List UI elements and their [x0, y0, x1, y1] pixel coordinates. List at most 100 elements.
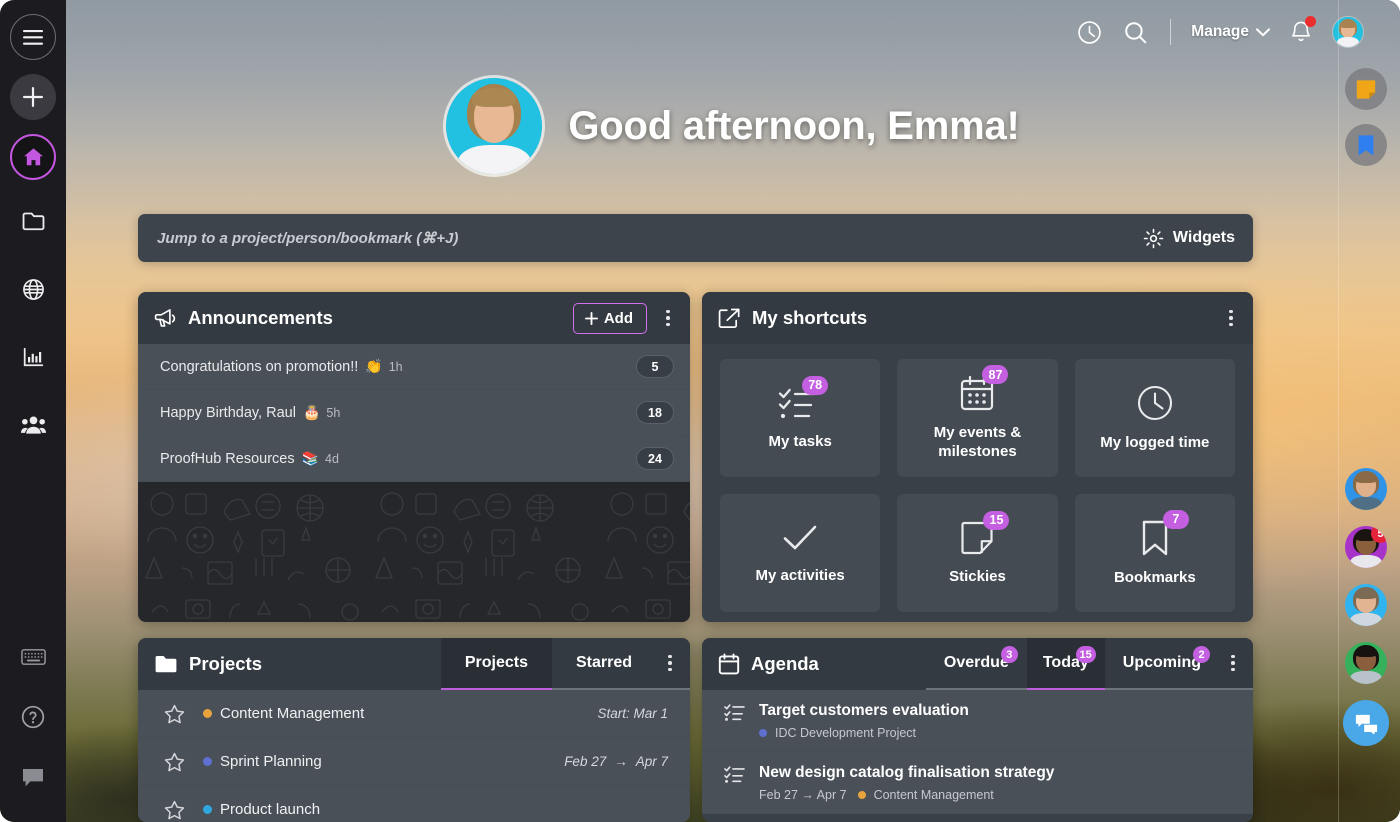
jump-bar[interactable]: Widgets [138, 214, 1253, 262]
header-divider [1170, 19, 1172, 45]
teammate-avatar[interactable]: 5 [1345, 526, 1387, 568]
announcement-count: 5 [636, 355, 674, 378]
projects-more-button[interactable] [656, 638, 690, 690]
badge: 15 [983, 510, 1010, 530]
list-item[interactable]: Target customers evaluation IDC Developm… [702, 690, 1253, 752]
shortcut-stickies[interactable]: 15 Stickies [897, 494, 1058, 612]
chat-bubbles-icon [1355, 714, 1377, 734]
manage-menu[interactable]: Manage [1191, 23, 1270, 41]
star-icon[interactable] [164, 752, 185, 772]
clock-button[interactable] [1074, 17, 1104, 47]
shortcut-bookmarks[interactable]: 7 Bookmarks [1074, 494, 1235, 612]
tab-upcoming[interactable]: Upcoming 2 [1104, 638, 1219, 690]
list-item[interactable]: ProofHub Resources 📚 4d 24 [138, 436, 690, 482]
clock-icon [1078, 20, 1101, 44]
question-circle-icon [21, 705, 45, 729]
sidebar-item-people[interactable] [10, 402, 56, 448]
list-item[interactable]: Congratulations on promotion!! 👏 1h 5 [138, 344, 690, 390]
shortcuts-card: My shortcuts 78 My tasks 87 My events & … [702, 292, 1253, 622]
shortcut-my-tasks[interactable]: 78 My tasks [720, 359, 881, 477]
gear-icon [1143, 228, 1164, 248]
projects-header: Projects Projects Starred [138, 638, 690, 690]
search-input[interactable] [157, 229, 857, 247]
table-row[interactable]: Sprint Planning Feb 27 → Apr 7 [138, 738, 690, 786]
bookmarks-button[interactable] [1345, 124, 1387, 166]
star-icon[interactable] [164, 704, 185, 724]
announcements-card: Announcements Add Congratulations on pro… [138, 292, 690, 622]
announcements-more-button[interactable] [658, 303, 678, 333]
folder-icon [22, 212, 44, 231]
project-color-dot [203, 805, 212, 814]
table-row[interactable]: Content Management Start: Mar 1 [138, 690, 690, 738]
announcement-count: 18 [636, 401, 674, 424]
sidebar-item-help[interactable] [10, 694, 56, 740]
projects-tabs: Projects Starred [440, 638, 690, 690]
search-button[interactable] [1120, 17, 1150, 47]
agenda-more-button[interactable] [1219, 638, 1253, 690]
agenda-item-name: New design catalog finalisation strategy [759, 763, 1055, 781]
widgets-label: Widgets [1172, 229, 1235, 246]
shortcuts-title: My shortcuts [752, 307, 868, 328]
badge: 7 [1162, 509, 1189, 529]
right-sidebar: 5 [1332, 0, 1400, 822]
sidebar-item-keyboard-shortcuts[interactable] [10, 634, 56, 680]
project-date-end: Apr 7 [635, 754, 668, 769]
sidebar-item-feedback[interactable] [10, 754, 56, 800]
doodle-pattern-icon [145, 492, 690, 621]
home-icon [23, 148, 43, 166]
search-icon [1125, 21, 1147, 43]
tab-starred[interactable]: Starred [551, 638, 656, 690]
tab-badge: 15 [1075, 646, 1096, 663]
widgets-button[interactable]: Widgets [1143, 228, 1235, 249]
sidebar-item-menu[interactable] [10, 14, 56, 60]
add-announcement-button[interactable]: Add [572, 302, 647, 334]
tab-overdue[interactable]: Overdue 3 [925, 638, 1027, 690]
bookmark-icon [1358, 134, 1374, 156]
teammate-3-avatar [1345, 584, 1387, 626]
shortcut-label: My activities [755, 566, 845, 584]
shortcuts-more-button[interactable] [1221, 303, 1241, 333]
shortcut-my-activities[interactable]: My activities [720, 494, 881, 612]
projects-card: Projects Projects Starred Content Manage… [138, 638, 690, 822]
star-icon[interactable] [164, 800, 185, 820]
teammate-4-avatar [1345, 642, 1387, 684]
tab-projects[interactable]: Projects [440, 638, 552, 690]
teammate-avatar[interactable] [1345, 468, 1387, 510]
project-date-start: Start: Mar 1 [597, 706, 668, 721]
sidebar-item-home[interactable] [10, 134, 56, 180]
teammate-avatar[interactable] [1345, 642, 1387, 684]
sidebar-item-reports[interactable] [10, 334, 56, 380]
project-color-dot [759, 728, 767, 737]
announcements-title: Announcements [188, 307, 333, 328]
notifications-button[interactable] [1286, 16, 1316, 47]
tab-badge: 2 [1193, 646, 1210, 663]
notification-dot [1305, 16, 1316, 27]
list-item[interactable]: Happy Birthday, Raul 🎂 5h 18 [138, 390, 690, 436]
add-label: Add [603, 309, 633, 327]
task-list-icon [724, 703, 745, 727]
agenda-item-project: Content Management [873, 787, 994, 802]
greeting-section: Good afternoon, Emma! [66, 78, 1400, 174]
people-icon [20, 416, 46, 434]
sidebar-item-projects[interactable] [10, 198, 56, 244]
teammate-avatar[interactable] [1345, 584, 1387, 626]
table-row[interactable]: Product launch [138, 786, 690, 822]
project-name: Sprint Planning [220, 753, 322, 770]
sidebar-item-add[interactable] [10, 74, 56, 120]
stickies-button[interactable] [1345, 68, 1387, 110]
shortcuts-grid: 78 My tasks 87 My events & milestones My… [702, 344, 1253, 622]
shortcut-label: My logged time [1100, 433, 1210, 451]
list-item[interactable]: New design catalog finalisation strategy… [702, 751, 1253, 814]
shortcut-my-logged-time[interactable]: My logged time [1074, 359, 1235, 477]
shortcut-label: My tasks [768, 432, 832, 450]
project-color-dot [857, 790, 866, 799]
shortcut-my-events-milestones[interactable]: 87 My events & milestones [897, 359, 1058, 477]
tab-today[interactable]: Today 15 [1026, 638, 1105, 690]
sidebar-item-globe[interactable] [10, 266, 56, 312]
chat-button[interactable] [1343, 700, 1389, 746]
plus-icon [23, 87, 43, 107]
hamburger-icon [23, 29, 43, 45]
announcement-emoji: 👏 [365, 358, 383, 374]
teammate-1-avatar [1345, 468, 1387, 510]
agenda-item-project: IDC Development Project [775, 725, 917, 740]
